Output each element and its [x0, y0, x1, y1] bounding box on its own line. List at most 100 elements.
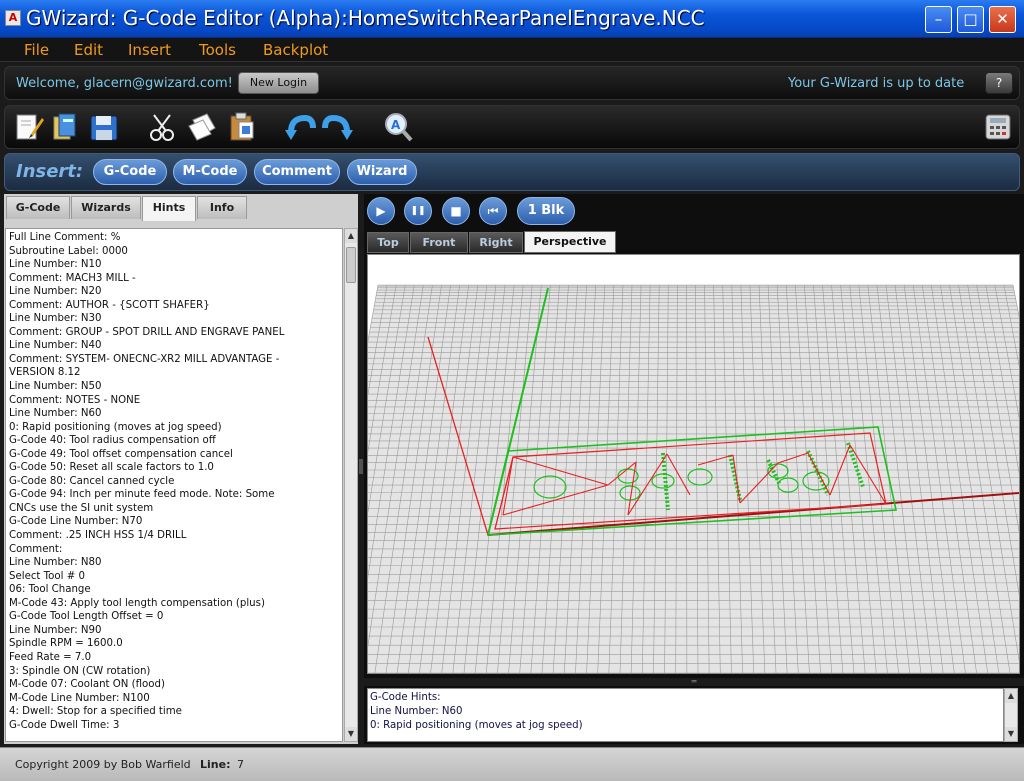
hint-line: Line Number: N60 [9, 408, 102, 420]
hint-line: G-Code Dwell Time: 3 [9, 719, 120, 731]
hints-list[interactable]: Full Line Comment: % Subroutine Label: 0… [5, 228, 343, 742]
rewind-icon[interactable]: ⏮ [479, 197, 507, 225]
copyright-text: Copyright 2009 by Bob Warfield [15, 758, 191, 771]
hint-line: Comment: SYSTEM- ONECNC-XR2 MILL ADVANTA… [9, 353, 280, 365]
maximize-button[interactable]: □ [957, 6, 984, 33]
view-tab-top[interactable]: Top [367, 232, 409, 253]
scroll-up-icon[interactable]: ▲ [1005, 689, 1017, 703]
hint-splitter[interactable]: ═ [364, 678, 1024, 686]
block-step-button[interactable]: 1 Blk [517, 197, 575, 225]
toolpath-view[interactable] [368, 255, 1019, 673]
tab-gcode[interactable]: G-Code [6, 196, 70, 219]
hint-line: 06: Tool Change [9, 584, 91, 596]
view-tab-right[interactable]: Right [469, 232, 523, 253]
hint-line: Line Number: N30 [9, 313, 102, 325]
tab-wizards[interactable]: Wizards [71, 196, 141, 219]
hint-line: M-Code 07: Coolant ON (flood) [9, 679, 165, 691]
insert-comment-button[interactable]: Comment [254, 159, 340, 185]
scroll-down-icon[interactable]: ▼ [1005, 727, 1017, 741]
scroll-down-icon[interactable]: ▼ [345, 727, 357, 741]
line-value: 7 [237, 758, 244, 771]
menu-edit[interactable]: Edit [74, 41, 103, 59]
hint-line: G-Code 80: Cancel canned cycle [9, 475, 175, 487]
hint-line: Select Tool # 0 [9, 570, 85, 582]
svg-text:A: A [391, 118, 401, 132]
hint-box-scrollbar[interactable]: ▲ ▼ [1004, 688, 1018, 742]
hint-line: M-Code 43: Apply tool length compensatio… [9, 597, 265, 609]
app-icon: A [5, 10, 21, 26]
view-tab-perspective[interactable]: Perspective [524, 231, 616, 253]
pause-icon[interactable]: ❚❚ [404, 197, 432, 225]
hint-line: G-Code 94: Inch per minute feed mode. No… [9, 489, 275, 501]
open-icon[interactable] [49, 110, 83, 144]
hint-line: 4: Dwell: Stop for a specified time [9, 706, 182, 718]
hint-line: Comment: [9, 543, 63, 555]
hint-box-line: G-Code Hints: [370, 692, 441, 703]
3d-viewport[interactable] [367, 254, 1020, 674]
status-bar: Copyright 2009 by Bob Warfield Line: 7 [0, 747, 1024, 781]
title-bar[interactable]: A GWizard: G-Code Editor (Alpha):HomeSwi… [0, 0, 1024, 38]
insert-label: Insert: [16, 161, 84, 182]
hint-line: Line Number: N80 [9, 557, 102, 569]
app-window: A GWizard: G-Code Editor (Alpha):HomeSwi… [0, 0, 1024, 781]
cut-icon[interactable] [145, 110, 179, 144]
tab-info[interactable]: Info [197, 196, 247, 219]
hint-line: Comment: MACH3 MILL - [9, 272, 136, 284]
hint-line: Full Line Comment: % [9, 232, 121, 243]
hint-line: G-Code 40: Tool radius compensation off [9, 435, 216, 447]
insert-wizard-button[interactable]: Wizard [347, 159, 417, 185]
stop-icon[interactable]: ■ [442, 197, 470, 225]
calculator-icon[interactable] [981, 110, 1015, 144]
hint-line: M-Code Line Number: N100 [9, 692, 150, 704]
welcome-text: Welcome, glacern@gwizard.com! [16, 76, 233, 91]
hint-line: Line Number: N50 [9, 381, 102, 393]
hint-line: Line Number: N10 [9, 259, 102, 271]
tab-hints[interactable]: Hints [142, 196, 196, 221]
hint-line: Spindle RPM = 1600.0 [9, 638, 123, 650]
new-login-button[interactable]: New Login [238, 72, 319, 94]
copy-icon[interactable] [185, 110, 219, 144]
view-tab-front[interactable]: Front [410, 232, 468, 253]
hint-line: Subroutine Label: 0000 [9, 245, 128, 257]
hint-line: G-Code 50: Reset all scale factors to 1.… [9, 462, 214, 474]
left-panel: G-Code Wizards Hints Info Full Line Comm… [4, 194, 358, 744]
hint-line: Comment: GROUP - SPOT DRILL AND ENGRAVE … [9, 326, 285, 338]
hints-scrollbar[interactable]: ▲ ▼ [344, 228, 358, 742]
hint-line: 3: Spindle ON (CW rotation) [9, 665, 151, 677]
paste-icon[interactable] [225, 110, 259, 144]
hint-line: Comment: .25 INCH HSS 1/4 DRILL [9, 530, 187, 542]
menu-backplot[interactable]: Backplot [263, 41, 328, 59]
hint-line: G-Code Tool Length Offset = 0 [9, 611, 164, 623]
help-button[interactable]: ? [985, 72, 1013, 94]
hint-line: Line Number: N20 [9, 286, 102, 298]
line-label: Line: [200, 758, 231, 771]
undo-icon[interactable] [283, 110, 317, 144]
find-icon[interactable]: A [381, 110, 415, 144]
user-bar: Welcome, glacern@gwizard.com! New Login … [4, 66, 1020, 100]
scroll-up-icon[interactable]: ▲ [345, 229, 357, 243]
hint-line: VERSION 8.12 [9, 367, 81, 379]
close-button[interactable]: ✕ [989, 6, 1016, 33]
menu-insert[interactable]: Insert [128, 41, 171, 59]
insert-gcode-button[interactable]: G-Code [93, 159, 167, 185]
hint-line: 0: Rapid positioning (moves at jog speed… [9, 421, 222, 433]
play-icon[interactable]: ▶ [367, 197, 395, 225]
hint-box-line: 0: Rapid positioning (moves at jog speed… [370, 720, 583, 731]
hint-line: G-Code 49: Tool offset compensation canc… [9, 448, 233, 460]
hint-line: Comment: NOTES - NONE [9, 394, 141, 406]
save-icon[interactable] [87, 110, 121, 144]
minimize-button[interactable]: – [925, 6, 952, 33]
hint-line: G-Code Line Number: N70 [9, 516, 143, 528]
hint-line: CNCs use the SI unit system [9, 502, 154, 514]
hint-line: Line Number: N90 [9, 624, 102, 636]
menu-bar: File Edit Insert Tools Backplot [0, 38, 1024, 62]
redo-icon[interactable] [321, 110, 355, 144]
hint-line: Comment: AUTHOR - {SCOTT SHAFER} [9, 299, 210, 311]
new-document-icon[interactable] [11, 110, 45, 144]
gcode-hints-box[interactable]: G-Code Hints: Line Number: N60 0: Rapid … [367, 688, 1004, 742]
insert-mcode-button[interactable]: M-Code [173, 159, 247, 185]
menu-tools[interactable]: Tools [199, 41, 236, 59]
scroll-thumb[interactable] [346, 247, 356, 283]
menu-file[interactable]: File [24, 41, 49, 59]
update-status: Your G-Wizard is up to date [788, 76, 965, 91]
